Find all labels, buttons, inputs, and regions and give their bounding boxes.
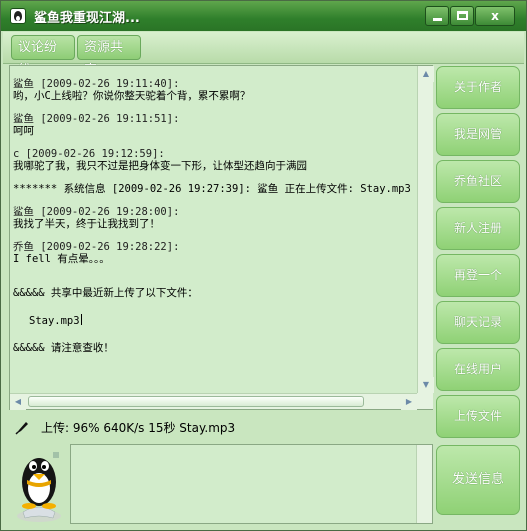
chat-message: c [2009-02-26 19:12:59]: 我哪驼了我，我只不过是把身体变… — [13, 148, 417, 172]
minimize-button[interactable] — [425, 6, 449, 26]
horizontal-scroll-thumb[interactable] — [28, 396, 364, 407]
chat-message: 鲨鱼 [2009-02-26 19:28:00]: 我找了半天，终于让我找到了！ — [13, 206, 417, 230]
message-header: 鲨鱼 [2009-02-26 19:11:40]: — [13, 78, 180, 90]
message-body: I fell 有点晕。。。 — [13, 253, 110, 265]
top-toolbar: 议论纷纷 资源共享 — [3, 32, 524, 78]
register-button[interactable]: 新人注册 — [436, 207, 520, 250]
system-message: ******* 系统信息 [2009-02-26 19:27:39]: 鲨鱼 正… — [13, 183, 411, 195]
minimize-icon — [432, 18, 442, 21]
message-body: 我哪驼了我，我只不过是把身体变一下形，让体型还趋向于满园 — [13, 160, 307, 172]
relogin-button[interactable]: 再登一个 — [436, 254, 520, 297]
upload-file-button[interactable]: 上传文件 — [436, 395, 520, 438]
scroll-down-arrow-icon[interactable]: ▼ — [418, 377, 434, 393]
send-message-button[interactable]: 发送信息 — [436, 445, 520, 515]
share-notice: &&&&& 共享中最近新上传了以下文件： — [13, 287, 198, 299]
message-header: 鲨鱼 [2009-02-26 19:28:00]: — [13, 206, 180, 218]
message-body: 呵呵 — [13, 125, 34, 137]
message-header: c [2009-02-26 19:12:59]: — [13, 148, 165, 160]
tab-resource-share[interactable]: 资源共享 — [77, 35, 141, 78]
penguin-icon — [10, 8, 26, 24]
shared-file-name[interactable]: Stay.mp3 — [29, 315, 80, 327]
input-vertical-scrollbar[interactable] — [416, 445, 432, 523]
community-button[interactable]: 乔鱼社区 — [436, 160, 520, 203]
title-bar[interactable]: 鲨鱼我重现江湖... x — [1, 1, 526, 31]
quill-icon — [15, 422, 28, 435]
close-button[interactable]: x — [475, 6, 515, 26]
admin-button[interactable]: 我是网管 — [436, 113, 520, 156]
message-header: 鲨鱼 [2009-02-26 19:11:51]: — [13, 113, 180, 125]
chat-history-button[interactable]: 聊天记录 — [436, 301, 520, 344]
scroll-corner — [417, 393, 433, 409]
upload-progress-text: 上传: 96% 640K/s 15秒 Stay.mp3 — [41, 421, 236, 435]
online-users-button[interactable]: 在线用户 — [436, 348, 520, 391]
message-header: 乔鱼 [2009-02-26 19:28:22]: — [13, 241, 180, 253]
scroll-right-arrow-icon[interactable]: ▶ — [401, 394, 417, 410]
chat-log-panel[interactable]: 鲨鱼 [2009-02-26 19:11:40]: 哟，小C上线啦？你说你整天驼… — [9, 65, 434, 410]
scroll-up-arrow-icon[interactable]: ▲ — [418, 66, 434, 82]
maximize-icon — [456, 11, 468, 20]
text-caret — [80, 314, 82, 325]
message-body: 我找了半天，终于让我找到了！ — [13, 218, 160, 230]
message-body: 哟，小C上线啦？你说你整天驼着个背，累不累啊？ — [13, 90, 251, 102]
chat-log[interactable]: 鲨鱼 [2009-02-26 19:11:40]: 哟，小C上线啦？你说你整天驼… — [10, 66, 417, 393]
chat-message: 鲨鱼 [2009-02-26 19:11:51]: 呵呵 — [13, 113, 417, 137]
message-input[interactable] — [70, 444, 433, 524]
about-author-button[interactable]: 关于作者 — [436, 66, 520, 109]
chat-message: 鲨鱼 [2009-02-26 19:11:40]: 哟，小C上线啦？你说你整天驼… — [13, 78, 417, 102]
tab-discussion[interactable]: 议论纷纷 — [11, 35, 75, 78]
chat-vertical-scrollbar[interactable]: ▲ ▼ — [417, 66, 434, 393]
chat-window: 鲨鱼我重现江湖... x 议论纷纷 资源共享 鲨鱼 [2009-02-26 19… — [0, 0, 527, 531]
shared-file-line: Stay.mp3 — [29, 314, 417, 327]
window-title: 鲨鱼我重现江湖... — [34, 11, 140, 26]
penguin-avatar — [17, 452, 61, 522]
scroll-left-arrow-icon[interactable]: ◀ — [10, 394, 26, 410]
chat-horizontal-scrollbar[interactable]: ◀ ▶ — [10, 393, 417, 410]
chat-message: 乔鱼 [2009-02-26 19:28:22]: I fell 有点晕。。。 — [13, 241, 417, 265]
maximize-button[interactable] — [450, 6, 474, 26]
share-reminder: &&&&& 请注意查收！ — [13, 342, 114, 354]
